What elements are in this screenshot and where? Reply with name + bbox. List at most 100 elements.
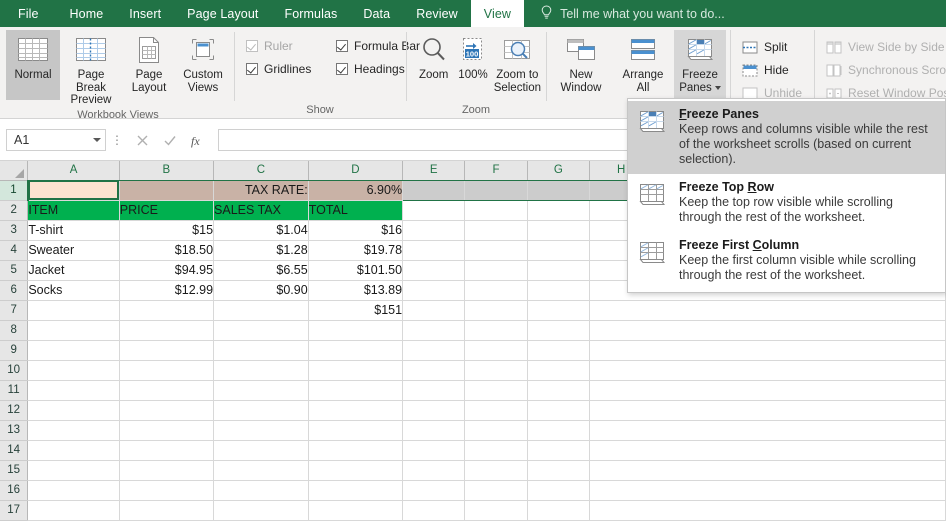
cell-F12[interactable] bbox=[465, 400, 527, 420]
cell-H15[interactable] bbox=[590, 460, 946, 480]
cell-C4[interactable]: $1.28 bbox=[214, 240, 309, 260]
cell-G13[interactable] bbox=[527, 420, 589, 440]
cell-H12[interactable] bbox=[590, 400, 946, 420]
zoom-to-selection-button[interactable]: Zoom to Selection bbox=[493, 30, 542, 100]
row-header-1[interactable]: 1 bbox=[0, 180, 28, 200]
cell-E14[interactable] bbox=[403, 440, 465, 460]
cell-H10[interactable] bbox=[590, 360, 946, 380]
synchronous-scrolling-command[interactable]: Synchronous Scrolling bbox=[823, 60, 946, 80]
tab-data[interactable]: Data bbox=[350, 0, 403, 27]
cell-E9[interactable] bbox=[403, 340, 465, 360]
cell-A2[interactable]: ITEM bbox=[28, 200, 119, 220]
cell-A13[interactable] bbox=[28, 420, 119, 440]
custom-views-button[interactable]: Custom Views bbox=[176, 30, 230, 100]
cell-A12[interactable] bbox=[28, 400, 119, 420]
cell-H7[interactable] bbox=[590, 300, 946, 320]
cell-F3[interactable] bbox=[465, 220, 527, 240]
cell-A6[interactable]: Socks bbox=[28, 280, 119, 300]
cell-B2[interactable]: PRICE bbox=[119, 200, 213, 220]
cell-E4[interactable] bbox=[403, 240, 465, 260]
cell-D12[interactable] bbox=[308, 400, 402, 420]
cell-D14[interactable] bbox=[308, 440, 402, 460]
cell-G16[interactable] bbox=[527, 480, 589, 500]
cell-B12[interactable] bbox=[119, 400, 213, 420]
cell-E16[interactable] bbox=[403, 480, 465, 500]
page-layout-button[interactable]: Page Layout bbox=[122, 30, 176, 100]
cell-E3[interactable] bbox=[403, 220, 465, 240]
cell-E6[interactable] bbox=[403, 280, 465, 300]
cell-G7[interactable] bbox=[527, 300, 589, 320]
cell-G4[interactable] bbox=[527, 240, 589, 260]
row-header-6[interactable]: 6 bbox=[0, 280, 28, 300]
row-header-8[interactable]: 8 bbox=[0, 320, 28, 340]
cell-F7[interactable] bbox=[465, 300, 527, 320]
split-command[interactable]: Split bbox=[739, 37, 806, 57]
column-header-a[interactable]: A bbox=[28, 161, 119, 180]
menu-item-freeze-first-column[interactable]: Freeze First Column Keep the first colum… bbox=[628, 232, 945, 290]
cell-C1[interactable]: TAX RATE: bbox=[214, 180, 309, 200]
cell-B6[interactable]: $12.99 bbox=[119, 280, 213, 300]
row-header-15[interactable]: 15 bbox=[0, 460, 28, 480]
cell-A8[interactable] bbox=[28, 320, 119, 340]
column-header-f[interactable]: F bbox=[465, 161, 527, 180]
cell-G9[interactable] bbox=[527, 340, 589, 360]
tab-file[interactable]: File bbox=[0, 0, 57, 27]
row-header-7[interactable]: 7 bbox=[0, 300, 28, 320]
row-header-11[interactable]: 11 bbox=[0, 380, 28, 400]
column-header-e[interactable]: E bbox=[403, 161, 465, 180]
cell-D10[interactable] bbox=[308, 360, 402, 380]
tell-me-search[interactable]: Tell me what you want to do... bbox=[524, 0, 735, 27]
cell-B7[interactable] bbox=[119, 300, 213, 320]
cell-C16[interactable] bbox=[214, 480, 309, 500]
cell-E12[interactable] bbox=[403, 400, 465, 420]
cell-G11[interactable] bbox=[527, 380, 589, 400]
cell-A3[interactable]: T-shirt bbox=[28, 220, 119, 240]
cell-D15[interactable] bbox=[308, 460, 402, 480]
cell-C8[interactable] bbox=[214, 320, 309, 340]
cell-D7[interactable]: $151 bbox=[308, 300, 402, 320]
cell-G2[interactable] bbox=[527, 200, 589, 220]
cell-B1[interactable] bbox=[119, 180, 213, 200]
chevron-down-icon[interactable] bbox=[715, 86, 721, 90]
cell-B13[interactable] bbox=[119, 420, 213, 440]
cell-A9[interactable] bbox=[28, 340, 119, 360]
cell-G15[interactable] bbox=[527, 460, 589, 480]
tab-formulas[interactable]: Formulas bbox=[271, 0, 350, 27]
checkbox-gridlines[interactable]: Gridlines bbox=[246, 62, 316, 76]
cancel-x-icon[interactable] bbox=[128, 129, 156, 151]
cell-D4[interactable]: $19.78 bbox=[308, 240, 402, 260]
cell-B3[interactable]: $15 bbox=[119, 220, 213, 240]
name-box-dropdown-icon[interactable] bbox=[93, 138, 101, 142]
cell-H14[interactable] bbox=[590, 440, 946, 460]
cell-F5[interactable] bbox=[465, 260, 527, 280]
cell-F10[interactable] bbox=[465, 360, 527, 380]
cell-D6[interactable]: $13.89 bbox=[308, 280, 402, 300]
cell-G6[interactable] bbox=[527, 280, 589, 300]
cell-F4[interactable] bbox=[465, 240, 527, 260]
column-header-d[interactable]: D bbox=[308, 161, 402, 180]
cell-F13[interactable] bbox=[465, 420, 527, 440]
zoom-100-button[interactable]: 100 100% bbox=[453, 30, 492, 100]
page-break-preview-button[interactable]: Page Break Preview bbox=[60, 30, 122, 107]
cell-B16[interactable] bbox=[119, 480, 213, 500]
row-header-13[interactable]: 13 bbox=[0, 420, 28, 440]
hide-command[interactable]: Hide bbox=[739, 60, 806, 80]
arrange-all-button[interactable]: Arrange All bbox=[612, 30, 674, 100]
row-header-17[interactable]: 17 bbox=[0, 500, 28, 520]
cell-C7[interactable] bbox=[214, 300, 309, 320]
cell-G12[interactable] bbox=[527, 400, 589, 420]
cell-A5[interactable]: Jacket bbox=[28, 260, 119, 280]
cell-C9[interactable] bbox=[214, 340, 309, 360]
cell-F8[interactable] bbox=[465, 320, 527, 340]
select-all-corner[interactable] bbox=[0, 161, 28, 180]
cell-E2[interactable] bbox=[403, 200, 465, 220]
cell-B9[interactable] bbox=[119, 340, 213, 360]
cell-A7[interactable] bbox=[28, 300, 119, 320]
cell-D16[interactable] bbox=[308, 480, 402, 500]
cell-A4[interactable]: Sweater bbox=[28, 240, 119, 260]
cell-H11[interactable] bbox=[590, 380, 946, 400]
cell-C13[interactable] bbox=[214, 420, 309, 440]
cell-E1[interactable] bbox=[403, 180, 465, 200]
cell-E7[interactable] bbox=[403, 300, 465, 320]
cell-D9[interactable] bbox=[308, 340, 402, 360]
